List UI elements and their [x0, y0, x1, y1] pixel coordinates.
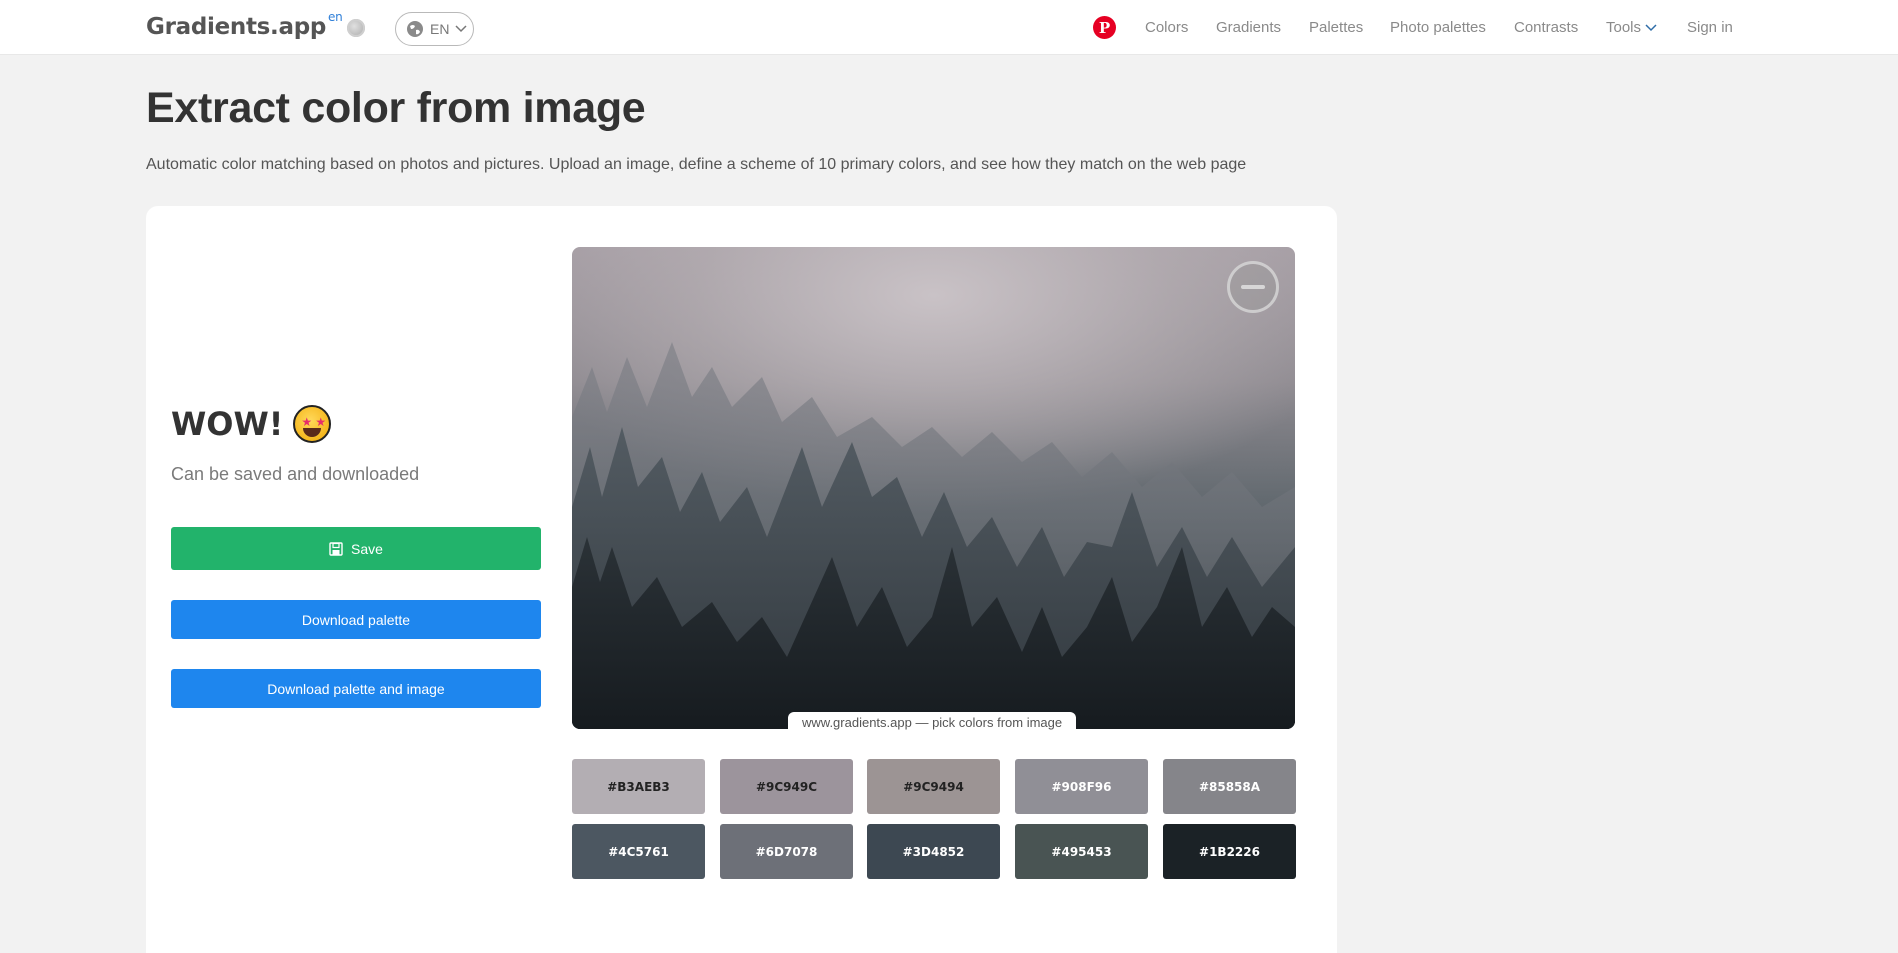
nav-contrasts[interactable]: Contrasts [1514, 19, 1578, 36]
save-button[interactable]: Save [171, 527, 541, 570]
globe-icon [407, 21, 423, 37]
color-swatch[interactable]: #1B2226 [1163, 824, 1296, 879]
site-logo[interactable]: Gradients.app en [146, 10, 343, 40]
nav-gradients[interactable]: Gradients [1216, 19, 1281, 36]
color-swatch[interactable]: #4C5761 [572, 824, 705, 879]
save-button-label: Save [351, 540, 383, 557]
wow-heading: WOW! ★ ★ [171, 405, 332, 443]
language-label: EN [430, 21, 450, 37]
sign-in-link[interactable]: Sign in [1687, 19, 1733, 36]
language-select[interactable]: EN [395, 12, 474, 46]
page-subtitle: Automatic color matching based on photos… [146, 156, 1247, 173]
pinterest-glyph: P [1098, 18, 1111, 37]
download-palette-button[interactable]: Download palette [171, 600, 541, 639]
nav-tools-label: Tools [1606, 19, 1642, 36]
chevron-down-icon [455, 25, 467, 33]
theme-toggle-icon[interactable] [347, 19, 365, 37]
pinterest-icon[interactable]: P [1093, 16, 1116, 39]
nav-tools[interactable]: Tools [1606, 19, 1657, 36]
save-hint: Can be saved and downloaded [171, 464, 420, 484]
logo-lang-sup: en [328, 10, 343, 25]
image-watermark: www.gradients.app — pick colors from ima… [788, 712, 1077, 733]
color-swatch[interactable]: #9C9494 [867, 759, 1000, 814]
top-header: Gradients.app en EN P Colors Gradients Pale… [0, 0, 1898, 55]
uploaded-photo[interactable] [572, 247, 1295, 729]
color-swatch[interactable]: #6D7078 [720, 824, 853, 879]
nav-photo-palettes[interactable]: Photo palettes [1390, 19, 1486, 36]
color-swatch[interactable]: #495453 [1015, 824, 1148, 879]
star-struck-emoji-icon: ★ ★ [293, 405, 332, 443]
floppy-disk-icon [329, 541, 343, 556]
page-title: Extract color from image [146, 84, 646, 132]
color-swatch[interactable]: #B3AEB3 [572, 759, 705, 814]
chevron-down-icon [1645, 23, 1657, 31]
download-palette-and-image-button[interactable]: Download palette and image [171, 669, 541, 708]
nav-palettes[interactable]: Palettes [1309, 19, 1363, 36]
nav-colors[interactable]: Colors [1145, 19, 1188, 36]
color-swatch[interactable]: #9C949C [720, 759, 853, 814]
logo-text: Gradients.app [146, 14, 327, 40]
forest-illustration [572, 342, 1295, 729]
wow-text: WOW! [171, 405, 284, 443]
remove-image-icon[interactable] [1227, 261, 1279, 313]
color-swatch[interactable]: #3D4852 [867, 824, 1000, 879]
color-swatch[interactable]: #85858A [1163, 759, 1296, 814]
color-swatch[interactable]: #908F96 [1015, 759, 1148, 814]
